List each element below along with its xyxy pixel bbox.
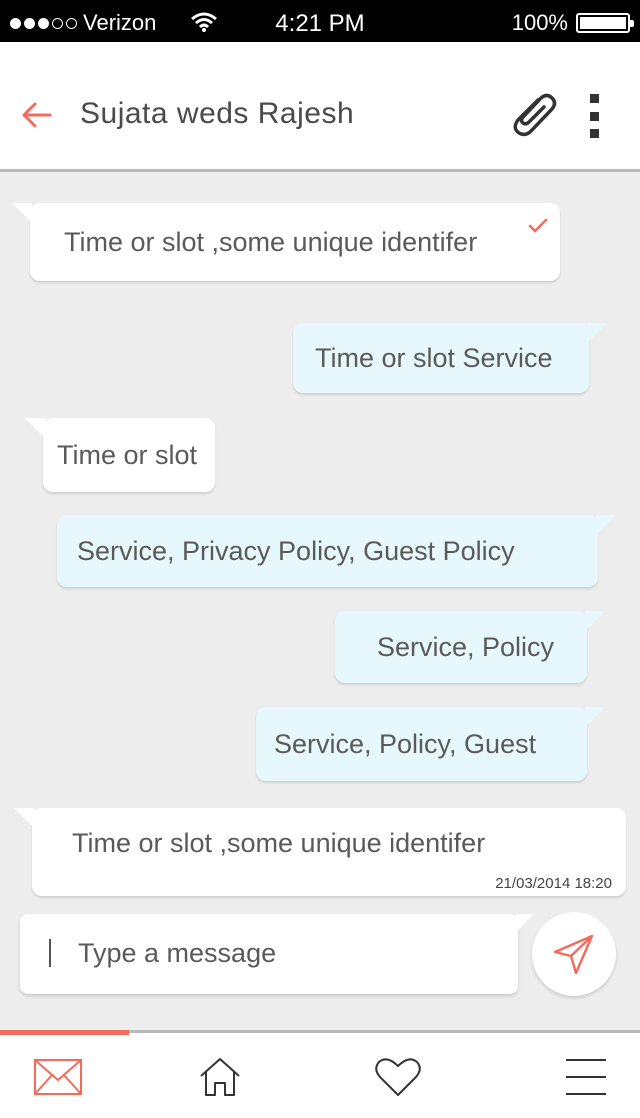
bottom-nav [0,1030,640,1118]
text-cursor [49,939,51,967]
menu-icon [566,1059,606,1095]
message-timestamp: 21/03/2014 18:20 [495,875,612,892]
paperclip-icon[interactable] [508,92,558,138]
send-icon [553,934,594,975]
message-bubble-incoming[interactable]: Time or slot ,some unique identifer 21/0… [14,808,626,896]
app-header: Sujata weds Rajesh [0,42,640,172]
message-bubble-incoming[interactable]: Time or slot [25,418,215,492]
message-bubble-incoming[interactable]: Time or slot ,some unique identifer [12,203,560,281]
message-text: Service, Privacy Policy, Guest Policy [77,535,515,566]
nav-item-home[interactable] [192,1053,248,1101]
nav-item-menu[interactable] [558,1053,614,1101]
send-button[interactable] [532,912,616,996]
nav-item-mail[interactable] [30,1053,86,1101]
message-bubble-outgoing[interactable]: Service, Policy [335,611,605,683]
chat-thread: Time or slot ,some unique identifer Time… [0,175,640,1025]
back-arrow-icon[interactable] [20,98,54,132]
page-title: Sujata weds Rajesh [80,97,355,130]
battery-icon [576,13,634,33]
status-bar: Verizon 4:21 PM 100% [0,0,640,42]
more-vertical-icon[interactable] [582,94,606,138]
message-text: Time or slot ,some unique identifer [64,226,478,257]
battery-percent: 100% [511,10,568,35]
nav-item-favorites[interactable] [370,1053,426,1101]
message-bubble-outgoing[interactable]: Service, Privacy Policy, Guest Policy [57,515,616,587]
mail-icon [34,1059,82,1095]
heart-icon [375,1058,421,1096]
message-bubble-outgoing[interactable]: Service, Policy, Guest [256,707,605,781]
message-text: Time or slot Service [315,342,553,373]
message-text: Service, Policy [377,631,555,662]
read-check-icon [528,218,548,233]
active-tab-indicator [0,1030,129,1035]
message-text: Service, Policy, Guest [274,728,537,759]
message-input[interactable] [78,930,498,976]
message-composer [20,914,534,994]
home-icon [200,1058,240,1096]
message-text: Time or slot ,some unique identifer [72,828,486,858]
message-text: Time or slot [57,439,198,470]
message-bubble-outgoing[interactable]: Time or slot Service [293,323,607,393]
